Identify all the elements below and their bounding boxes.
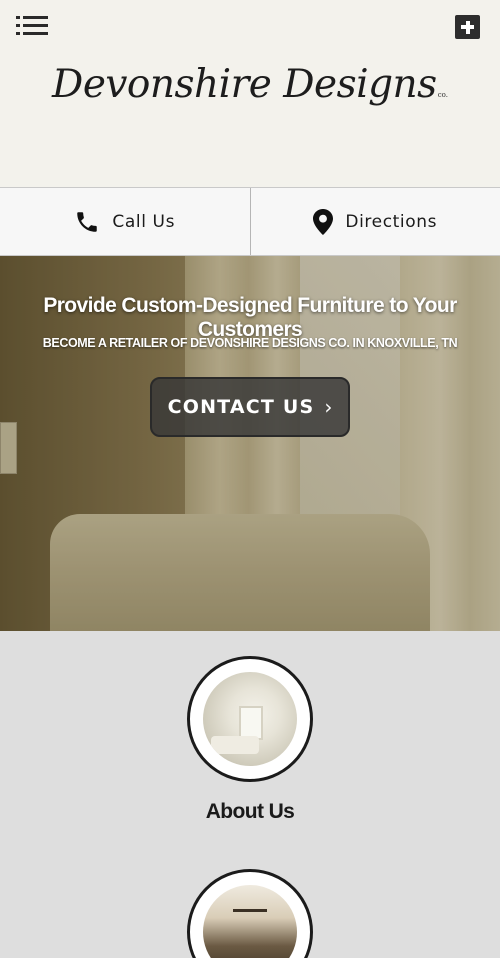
action-bar: Call Us Directions: [0, 187, 500, 256]
site-header: Devonshire Designsco.: [0, 0, 500, 187]
hamburger-menu-icon[interactable]: [16, 16, 48, 36]
directions-label: Directions: [345, 211, 438, 232]
about-us-image: [203, 672, 297, 766]
hero-subtitle: BECOME A RETAILER OF DEVONSHIRE DESIGNS …: [42, 336, 458, 350]
logo-text: Devonshire Designs: [52, 62, 437, 107]
contact-us-label: CONTACT US: [167, 396, 315, 418]
directions-button[interactable]: Directions: [249, 188, 500, 255]
about-us-link[interactable]: About Us: [0, 800, 500, 824]
about-us-thumbnail[interactable]: [187, 656, 313, 782]
site-logo[interactable]: Devonshire Designsco.: [0, 62, 500, 107]
content-section: About Us: [0, 631, 500, 958]
call-us-button[interactable]: Call Us: [0, 188, 250, 255]
contact-us-button[interactable]: CONTACT US ›: [150, 377, 350, 437]
call-us-label: Call Us: [112, 211, 176, 232]
chevron-right-icon: ›: [324, 395, 333, 419]
plus-icon[interactable]: [455, 15, 480, 39]
window-shape: [239, 706, 263, 740]
ceiling-fan-shape: [233, 909, 267, 912]
logo-suffix: co.: [437, 91, 448, 99]
map-pin-icon: [313, 208, 334, 235]
hero-banner: Provide Custom-Designed Furniture to You…: [0, 256, 500, 631]
gallery-image: [203, 885, 297, 958]
phone-icon: [77, 211, 98, 232]
bed-shape: [211, 736, 259, 754]
hero-title: Provide Custom-Designed Furniture to You…: [43, 294, 457, 341]
gallery-thumbnail[interactable]: [187, 869, 313, 958]
